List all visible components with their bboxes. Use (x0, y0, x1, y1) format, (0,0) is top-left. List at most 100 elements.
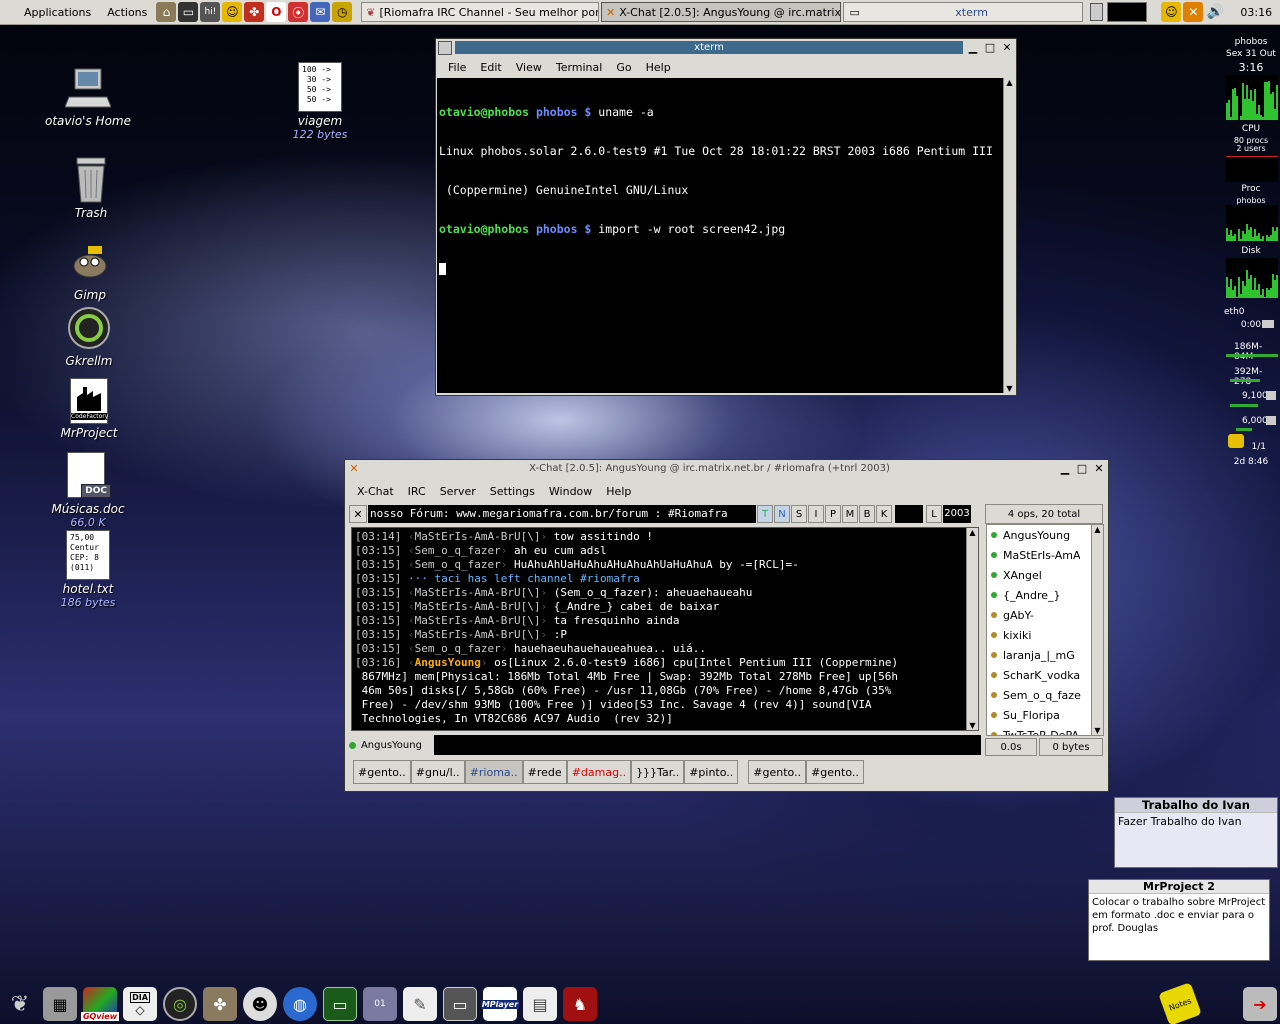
volume-icon[interactable]: 🔊 (1205, 2, 1225, 22)
user-list-item[interactable]: XAngel (987, 565, 1091, 585)
fs2-button[interactable] (1266, 416, 1276, 425)
gaim-icon[interactable]: ☻ (243, 987, 277, 1021)
minimize-icon[interactable]: ▁ (966, 41, 980, 55)
gnome-foot-icon[interactable]: ❦ (3, 987, 37, 1021)
chat-nick[interactable]: Sem_o_q_fazer (415, 642, 501, 655)
user-list-item[interactable]: laranja_|_mG (987, 645, 1091, 665)
browser-icon[interactable]: ◍ (283, 987, 317, 1021)
chat-nick[interactable]: Sem_o_q_fazer (415, 544, 501, 557)
user-list-item[interactable]: Sem_o_q_faze (987, 685, 1091, 705)
chat-nick[interactable]: Sem_o_q_fazer (415, 558, 501, 571)
xchat-titlebar[interactable]: ✕ X-Chat [2.0.5]: AngusYoung @ irc.matri… (345, 460, 1108, 477)
user-list-scrollbar[interactable]: ▲ ▼ (1091, 525, 1103, 735)
sticky-note[interactable]: Trabalho do Ivan Fazer Trabalho do Ivan (1114, 797, 1278, 868)
desktop-icon-musicas[interactable]: DOC Músicas.doc 66,0 K (38, 452, 138, 529)
chat-scrollbar[interactable]: ▲ ▼ (966, 528, 978, 730)
channel-tab[interactable]: #damag.. (566, 760, 632, 784)
user-list-item[interactable]: AngusYoung (987, 525, 1091, 545)
task-xchat[interactable]: ✕ X-Chat [2.0.5]: AngusYoung @ irc.matri… (601, 2, 841, 22)
close-all-icon[interactable]: ✕ (1183, 2, 1204, 22)
menu-window[interactable]: Window (543, 485, 598, 498)
opera-icon[interactable]: O (266, 2, 287, 22)
desktop-icon-viagem[interactable]: 100 -> 30 -> 50 -> 50 -> viagem 122 byte… (270, 62, 370, 141)
mozilla-icon[interactable]: ♞ (563, 987, 597, 1021)
binary-file-icon[interactable]: 01 (363, 987, 397, 1021)
home-icon[interactable]: ⌂ (156, 2, 177, 22)
gimp-icon[interactable]: ✤ (244, 2, 265, 22)
channel-tab[interactable]: #rioma.. (464, 760, 523, 784)
trash-applet-icon[interactable] (1089, 3, 1104, 21)
scroll-up-icon[interactable]: ▲ (1094, 525, 1100, 534)
channel-tab[interactable]: #pinto.. (684, 760, 739, 784)
user-list-item[interactable]: ScharK_vodka (987, 665, 1091, 685)
notepad-icon[interactable]: ▤ (523, 987, 557, 1021)
terminal-icon[interactable]: ▭ (443, 987, 477, 1021)
chat-nick[interactable]: MaStErIs-AmA-BrU[\] (415, 586, 541, 599)
channel-tab[interactable]: #gento.. (353, 760, 411, 784)
mode-k-toggle[interactable]: K (876, 505, 892, 523)
desktop-icon[interactable]: hi! (200, 2, 221, 22)
terminal-screen[interactable]: otavio@phobos phobos $ uname -a Linux ph… (437, 78, 1003, 393)
desktop-icon-home[interactable]: otavio's Home (38, 64, 138, 128)
menu-terminal[interactable]: Terminal (550, 61, 609, 74)
calculator-icon[interactable]: ▦ (43, 987, 77, 1021)
menu-view[interactable]: View (510, 61, 548, 74)
maximize-icon[interactable]: □ (1075, 462, 1089, 476)
mplayer-icon[interactable]: MPlayer (480, 987, 520, 1021)
message-input[interactable] (434, 735, 981, 755)
maximize-icon[interactable]: □ (983, 41, 997, 55)
chat-nick[interactable]: AngusYoung (415, 656, 481, 669)
task-riomafra-browser[interactable]: ❦ [Riomafra IRC Channel - Seu melhor pon… (361, 2, 599, 22)
desktop-icon-mrproject[interactable]: CodeFactory MrProject (39, 378, 139, 440)
mode-m-toggle[interactable]: M (842, 505, 858, 523)
mode-p-toggle[interactable]: P (825, 505, 841, 523)
task-xterm[interactable]: ▭ xterm (842, 2, 1083, 22)
desktop-icon-gimp[interactable]: Gimp (40, 238, 140, 302)
close-icon[interactable]: ✕ (1092, 462, 1106, 476)
scroll-down-icon[interactable]: ▼ (1094, 726, 1100, 735)
scroll-up-icon[interactable]: ▲ (1006, 78, 1012, 87)
menu-file[interactable]: File (442, 61, 472, 74)
panel-clock[interactable]: 03:16 (1232, 6, 1280, 19)
menu-server[interactable]: Server (434, 485, 482, 498)
chat-log[interactable]: [03:14] ‹MaStErIs-AmA-BrU[\]› tow assiti… (352, 528, 966, 730)
document-icon[interactable]: ✎ (403, 987, 437, 1021)
user-list[interactable]: AngusYoung MaStErIs-AmA XAngel {_Andre_} gAb… (986, 524, 1104, 736)
user-list-item[interactable]: gAbY- (987, 605, 1091, 625)
monitor-icon[interactable]: ▭ (323, 987, 357, 1021)
mode-l-toggle[interactable]: L (926, 505, 942, 523)
user-list-item[interactable]: kixiki (987, 625, 1091, 645)
window-menu-icon[interactable] (438, 40, 452, 55)
topic-field[interactable]: nosso Fórum: www.megariomafra.com.br/for… (368, 505, 756, 523)
user-list-item[interactable]: MaStErIs-AmA (987, 545, 1091, 565)
terminal-scrollbar[interactable]: ▲ ▼ (1003, 78, 1015, 393)
chat-nick[interactable]: MaStErIs-AmA-BrU[\] (415, 614, 541, 627)
net-button[interactable] (1262, 320, 1274, 328)
gqview-icon[interactable]: GQview (80, 987, 120, 1021)
gkrellm-icon[interactable]: ◎ (163, 987, 197, 1021)
channel-tab[interactable]: #gnu/l.. (410, 760, 465, 784)
menu-settings[interactable]: Settings (484, 485, 541, 498)
menu-edit[interactable]: Edit (474, 61, 507, 74)
key-field[interactable] (895, 505, 923, 523)
gimp-icon[interactable]: ✤ (203, 987, 237, 1021)
scroll-down-icon[interactable]: ▼ (969, 721, 975, 730)
close-tab-icon[interactable]: ✕ (349, 505, 367, 523)
mode-n-toggle[interactable]: N (774, 505, 790, 523)
desktop-icon-gkrellm[interactable]: Gkrellm (39, 304, 139, 368)
network-icon[interactable]: ⦿ (288, 2, 309, 22)
chat-nick[interactable]: MaStErIs-AmA-BrU[\] (415, 600, 541, 613)
xterm-titlebar[interactable]: xterm ▁ □ ✕ (436, 39, 1016, 56)
menu-help[interactable]: Help (600, 485, 637, 498)
chat-nick[interactable]: MaStErIs-AmA-BrU[\] (415, 628, 541, 641)
emoticon-icon[interactable]: ☺ (1161, 2, 1182, 22)
channel-tab[interactable]: #gento.. (748, 760, 807, 784)
minimize-icon[interactable]: ▁ (1058, 462, 1072, 476)
clock-icon[interactable]: ◷ (332, 2, 353, 22)
sticky-note[interactable]: MrProject 2 Colocar o trabalho sobre MrP… (1088, 879, 1270, 961)
mode-i-toggle[interactable]: I (808, 505, 824, 523)
menu-irc[interactable]: IRC (402, 485, 432, 498)
mode-t-toggle[interactable]: T (757, 505, 773, 523)
menu-go[interactable]: Go (610, 61, 637, 74)
emoticon-icon[interactable]: ☺ (222, 2, 243, 22)
